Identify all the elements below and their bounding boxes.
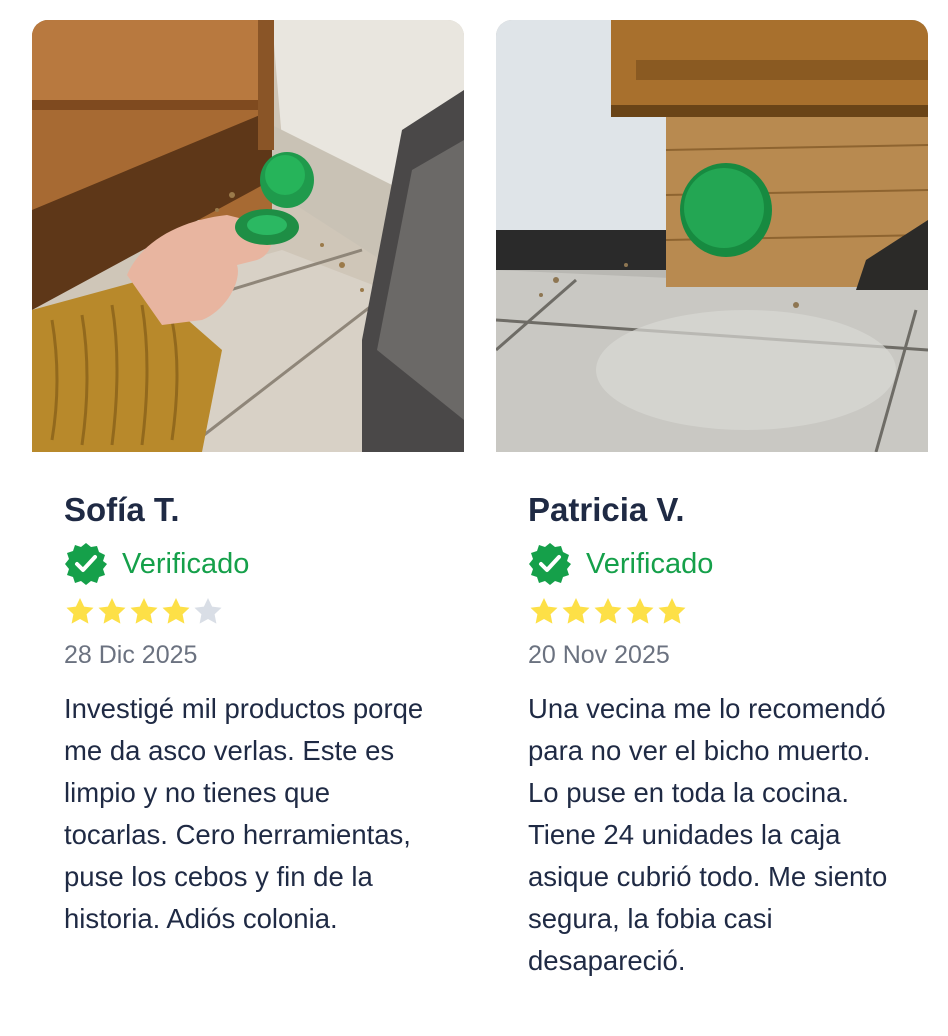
star-filled-icon (626, 598, 654, 624)
verified-label: Verificado (122, 548, 250, 580)
star-filled-icon (130, 598, 158, 624)
review-photo[interactable] (496, 20, 928, 452)
reviewer-name: Sofía T. (64, 491, 180, 528)
star-rating (64, 596, 224, 628)
verified-label: Verificado (586, 548, 714, 580)
review-text: Investigé mil productos porqe me da asco… (64, 693, 424, 934)
star-rating (528, 596, 688, 628)
review-date: 28 Dic 2025 (64, 641, 198, 669)
review-date: 20 Nov 2025 (528, 641, 670, 669)
star-filled-icon (658, 598, 686, 624)
review-body: Sofía T. Verificado 28 Dic 2025 Investig… (64, 490, 454, 934)
review-card: Sofía T. Verificado 28 Dic 2025 Investig… (32, 20, 464, 1036)
review-photo[interactable] (32, 20, 464, 452)
star-filled-icon (98, 598, 126, 624)
star-filled-icon (162, 598, 190, 624)
review-body: Patricia V. Verificado 20 Nov 2025 Una v… (528, 490, 918, 976)
reviewer-name: Patricia V. (528, 491, 685, 528)
verified-row: Verificado (64, 542, 249, 586)
star-empty-icon (194, 598, 222, 624)
review-card: Patricia V. Verificado 20 Nov 2025 Una v… (496, 20, 928, 1036)
verified-badge-icon (65, 543, 107, 585)
review-text: Una vecina me lo recomendó para no ver e… (528, 693, 888, 976)
star-filled-icon (594, 598, 622, 624)
star-filled-icon (530, 598, 558, 624)
verified-row: Verificado (528, 542, 713, 586)
star-filled-icon (562, 598, 590, 624)
star-filled-icon (66, 598, 94, 624)
verified-badge-icon (529, 543, 571, 585)
